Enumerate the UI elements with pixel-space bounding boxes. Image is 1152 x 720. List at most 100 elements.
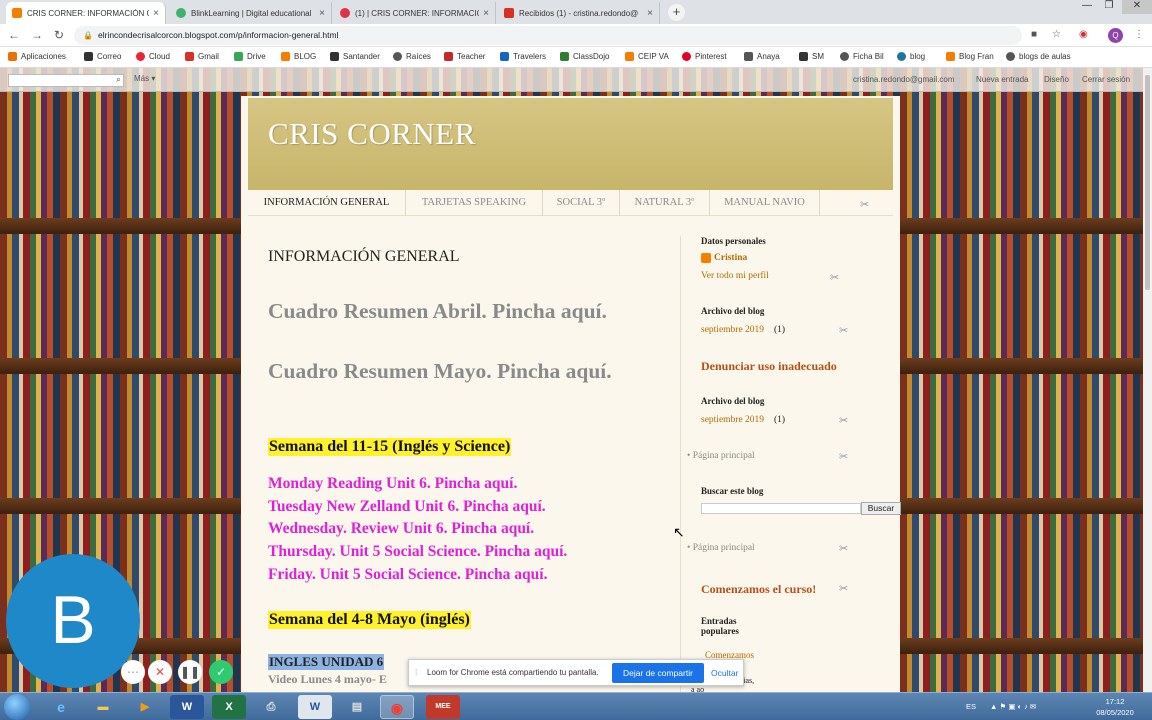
new-post-link[interactable]: Nueva entrada — [976, 75, 1028, 84]
media-player-icon[interactable]: ▶ — [128, 695, 162, 719]
bookmark-item[interactable]: Travelers — [500, 52, 546, 61]
cancel-recording-icon[interactable]: ✕ — [148, 660, 172, 684]
wednesday-link[interactable]: Wednesday. Review Unit 6. Pincha aquí. — [268, 518, 534, 541]
archive-month-link[interactable]: septiembre 2019 — [701, 325, 764, 335]
bookmark-item[interactable]: Raíces — [393, 52, 431, 61]
tab-natural[interactable]: NATURAL 3º — [620, 190, 710, 216]
friday-link[interactable]: Friday. Unit 5 Social Science. Pincha aq… — [268, 564, 547, 587]
loom-extension-icon[interactable]: ◉ — [1079, 29, 1088, 40]
excel-icon[interactable]: X — [212, 695, 246, 719]
printer-icon[interactable]: ⎙ — [254, 695, 288, 719]
blog-search-input[interactable] — [701, 503, 861, 514]
bookmark-item[interactable]: CEIP VA — [625, 52, 669, 61]
edit-gadget-icon[interactable]: ✂ — [839, 324, 848, 337]
pause-recording-icon[interactable]: ❚❚ — [178, 660, 202, 684]
word-icon[interactable]: W — [170, 695, 204, 719]
bookmark-item[interactable]: SM — [799, 52, 824, 61]
back-icon[interactable]: ← — [7, 28, 21, 42]
more-options-icon[interactable]: ⋯ — [121, 660, 145, 684]
bookmark-apps[interactable]: Aplicaciones — [8, 52, 66, 61]
browser-tab-active[interactable]: CRIS CORNER: INFORMACIÓN GENERAL × — [6, 2, 166, 24]
file-explorer-icon[interactable]: ▬ — [86, 695, 120, 719]
design-link[interactable]: Diseño — [1044, 75, 1069, 84]
browser-tab[interactable]: (1) | CRIS CORNER: INFORMACIÓN × — [334, 2, 496, 24]
tab-informacion-general[interactable]: INFORMACIÓN GENERAL — [248, 190, 406, 216]
new-tab-button[interactable]: + — [668, 4, 685, 21]
bookmark-item[interactable]: Blog Fran — [946, 52, 994, 61]
loom-camera-bubble[interactable]: B — [6, 554, 140, 688]
close-tab-icon[interactable]: × — [483, 8, 489, 19]
home-page-link[interactable]: • Página principal — [687, 543, 755, 553]
scroll-thumb[interactable] — [1145, 75, 1150, 290]
tray-icons[interactable]: ▲ ⚑ ▣ ◐ ♪ ✉ — [990, 702, 1036, 711]
language-indicator[interactable]: ES — [966, 702, 976, 711]
mee-icon[interactable]: MEE — [426, 695, 460, 719]
reload-icon[interactable]: ↻ — [52, 28, 66, 42]
tab-tarjetas-speaking[interactable]: TARJETAS SPEAKING — [406, 190, 543, 216]
profile-name-link[interactable]: Cristina — [714, 253, 747, 263]
close-tab-icon[interactable]: × — [647, 8, 653, 19]
drag-handle-icon[interactable]: ⁞ — [415, 668, 417, 677]
bookmark-item[interactable]: Teacher — [444, 52, 485, 61]
browser-tab[interactable]: Recibidos (1) - cristina.redondo@ × — [498, 2, 660, 24]
blogger-search-input[interactable]: ⌕ — [8, 74, 124, 87]
internet-explorer-icon[interactable]: e — [44, 695, 78, 719]
address-bar[interactable]: 🔒 elrincondecrisalcorcon.blogspot.com/p/… — [74, 26, 1022, 45]
bookmark-item[interactable]: Correo — [84, 52, 121, 61]
edit-gadget-icon[interactable]: ✂ — [839, 542, 848, 555]
bookmark-item[interactable]: Gmail — [185, 52, 219, 61]
tab-social[interactable]: SOCIAL 3º — [543, 190, 620, 216]
edit-gadget-icon[interactable]: ✂ — [839, 582, 848, 595]
bookmark-star-icon[interactable]: ☆ — [1052, 29, 1061, 40]
edit-gadget-icon[interactable]: ✂ — [839, 450, 848, 463]
bookmark-item[interactable]: Santander — [330, 52, 380, 61]
more-menu[interactable]: Más ▾ — [134, 74, 155, 83]
camera-icon[interactable]: ■ — [1031, 29, 1037, 40]
home-page-link[interactable]: • Página principal — [687, 451, 755, 461]
archive-month-link[interactable]: septiembre 2019 — [701, 415, 764, 425]
close-window-icon[interactable]: ✕ — [1122, 0, 1152, 14]
chrome-icon[interactable]: ◉ — [380, 695, 414, 719]
course-start-link[interactable]: Comenzamos el curso! — [701, 582, 816, 597]
bookmark-item[interactable]: BLOG — [281, 52, 316, 61]
search-icon[interactable]: ⌕ — [116, 74, 121, 85]
video-link[interactable]: Video Lunes 4 mayo- E — [268, 672, 387, 687]
hide-button[interactable]: Ocultar — [711, 668, 738, 678]
finish-recording-icon[interactable]: ✓ — [209, 660, 233, 684]
blog-search-button[interactable]: Buscar — [861, 502, 901, 515]
bookmark-item[interactable]: Ficha Bil — [840, 52, 884, 61]
start-button[interactable] — [4, 694, 30, 720]
summary-april-link[interactable]: Cuadro Resumen Abril. Pincha aquí. — [268, 296, 638, 326]
notes-icon[interactable]: ▤ — [340, 695, 374, 719]
bookmark-item[interactable]: Pinterest — [682, 52, 727, 61]
report-abuse-link[interactable]: Denunciar uso inadecuado — [701, 359, 837, 374]
profile-avatar[interactable]: Q — [1108, 28, 1123, 43]
bookmark-item[interactable]: blog — [897, 52, 925, 61]
close-tab-icon[interactable]: × — [153, 8, 159, 19]
browser-tab[interactable]: BlinkLearning | Digital educational × — [170, 2, 332, 24]
restore-icon[interactable]: ❐ — [1098, 0, 1120, 14]
edit-gadget-icon[interactable]: ✂ — [830, 271, 839, 284]
edit-gadget-icon[interactable]: ✂ — [839, 414, 848, 427]
writer-icon[interactable]: W — [298, 695, 332, 719]
tuesday-link[interactable]: Tuesday New Zelland Unit 6. Pincha aquí. — [268, 496, 546, 519]
forward-icon[interactable]: → — [30, 28, 44, 42]
logout-link[interactable]: Cerrar sesión — [1082, 75, 1130, 84]
stop-sharing-button[interactable]: Dejar de compartir — [612, 663, 704, 683]
monday-link[interactable]: Monday Reading Unit 6. Pincha aquí. — [268, 473, 517, 496]
bookmark-item[interactable]: Drive — [234, 52, 266, 61]
edit-gadget-icon[interactable]: ✂ — [860, 198, 869, 211]
blog-title[interactable]: CRIS CORNER — [268, 116, 476, 152]
thursday-link[interactable]: Thursday. Unit 5 Social Science. Pincha … — [268, 541, 567, 564]
minimize-icon[interactable]: — — [1076, 0, 1098, 14]
bookmark-item[interactable]: Cloud — [136, 52, 170, 61]
view-profile-link[interactable]: Ver todo mi perfil — [701, 271, 769, 281]
menu-icon[interactable]: ⋮ — [1134, 29, 1144, 40]
tab-manual-navio[interactable]: MANUAL NAVIO — [710, 190, 820, 216]
bookmark-item[interactable]: ClassDojo — [560, 52, 609, 61]
clock[interactable]: 17:12 08/05/2020 — [1090, 696, 1140, 718]
bookmark-item[interactable]: Anaya — [744, 52, 780, 61]
summary-may-link[interactable]: Cuadro Resumen Mayo. Pincha aquí. — [268, 356, 638, 386]
bookmark-item[interactable]: blogs de aulas — [1006, 52, 1071, 61]
close-tab-icon[interactable]: × — [319, 8, 325, 19]
